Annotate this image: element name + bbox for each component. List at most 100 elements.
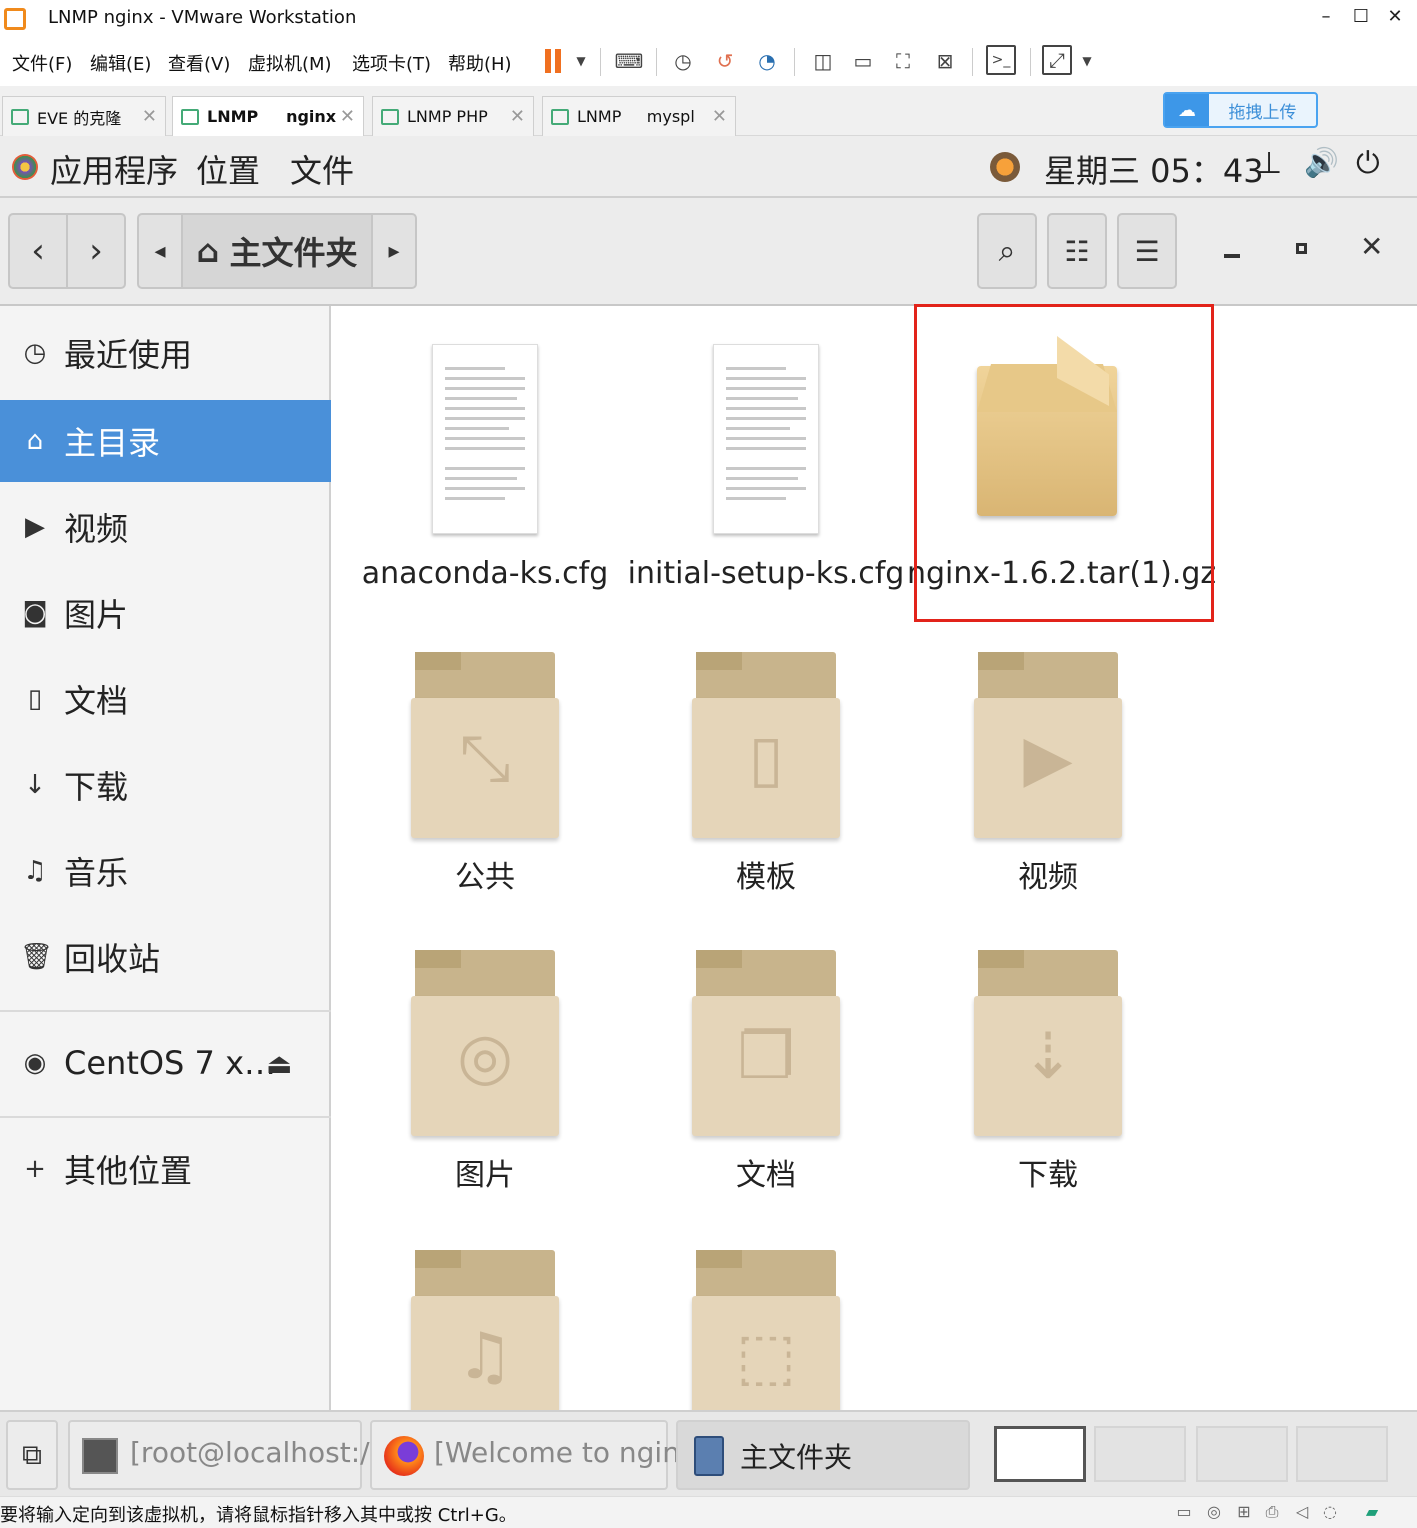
revert-snapshot-icon[interactable]: ↺ (710, 45, 740, 77)
maximize-window-icon[interactable] (1296, 243, 1307, 254)
menu-view[interactable]: 查看(V) (168, 50, 230, 76)
sidebar-item-home[interactable]: ⌂ 主目录 (0, 400, 331, 482)
drag-upload-button[interactable]: ☁ 拖拽上传 (1163, 92, 1318, 128)
menu-help[interactable]: 帮助(H) (448, 50, 512, 76)
power-icon[interactable]: ⏻ (1356, 146, 1380, 181)
notes-icon[interactable]: ▰ (1362, 1502, 1382, 1522)
console-view-icon[interactable]: ▭ (848, 45, 878, 77)
forward-button[interactable]: › (66, 213, 126, 289)
network-adapter-icon[interactable]: ⊞ (1234, 1502, 1254, 1522)
file-item[interactable]: initial-setup-ks.cfg (625, 336, 907, 606)
library-view-icon[interactable]: ◫ (808, 45, 838, 77)
file-manager-headerbar: ‹ › ◂ ⌂ 主文件夹 ▸ ⌕ ☷ ☰ ✕ (0, 198, 1417, 306)
tab-close-icon[interactable]: ✕ (510, 106, 525, 127)
workspace-2[interactable] (1094, 1426, 1186, 1482)
applications-logo-icon (12, 154, 38, 180)
folder-item[interactable]: ◎ 图片 (344, 950, 626, 1200)
applications-menu[interactable]: 应用程序 (50, 146, 178, 192)
clock[interactable]: 星期三 05：43 (1044, 146, 1264, 192)
tab-close-icon[interactable]: ✕ (712, 106, 727, 127)
folder-item[interactable]: ▶ 视频 (907, 652, 1189, 902)
taskbar-item-terminal[interactable]: [root@localhost:/u… (68, 1420, 415, 1490)
menu-vm[interactable]: 虚拟机(M) (248, 50, 332, 76)
printer-icon[interactable]: ⎙ (1262, 1502, 1282, 1522)
sidebar-item-trash[interactable]: 🗑 回收站 (0, 916, 331, 998)
close-button[interactable]: ✕ (1380, 6, 1410, 27)
tab-lnmp-php[interactable]: LNMP PHP ✕ (372, 96, 534, 136)
tab-lnmp-nginx[interactable]: LNMP nginx ✕ (172, 96, 364, 136)
network-icon[interactable]: ⊥ (1256, 146, 1282, 181)
close-window-icon[interactable]: ✕ (1360, 230, 1383, 263)
sidebar-item-music[interactable]: ♫ 音乐 (0, 830, 331, 912)
send-keys-icon[interactable]: ⌨ (614, 45, 644, 77)
vm-icon (381, 108, 399, 125)
sidebar-item-label: 下载 (64, 768, 129, 806)
tab-close-icon[interactable]: ✕ (340, 106, 355, 127)
sidebar-item-label: 图片 (64, 596, 129, 634)
sound-icon[interactable]: ◁ (1292, 1502, 1312, 1522)
menu-button[interactable]: ☰ (1117, 213, 1177, 289)
taskbar-item-firefox[interactable]: [Welcome to nginx!… (370, 1420, 736, 1490)
view-toggle-button[interactable]: ☷ (1047, 213, 1107, 289)
maximize-button[interactable]: ☐ (1346, 6, 1376, 27)
show-desktop-button[interactable]: ⧉ (6, 1420, 58, 1490)
folder-item[interactable]: ⬚ (625, 1250, 907, 1410)
show-desktop-icon: ⧉ (22, 1438, 42, 1471)
eject-icon[interactable]: ⏏ (266, 1047, 292, 1080)
folder-item[interactable]: ❐ 文档 (625, 950, 907, 1200)
stretch-dropdown-icon[interactable]: ▼ (1072, 45, 1102, 77)
hard-disk-icon[interactable]: ▭ (1174, 1502, 1194, 1522)
menu-tabs[interactable]: 选项卡(T) (352, 50, 431, 76)
sidebar-item-recent[interactable]: ◷ 最近使用 (0, 312, 331, 394)
folder-item[interactable]: ⇣ 下载 (907, 950, 1189, 1200)
workspace-4[interactable] (1296, 1426, 1388, 1482)
display-icon[interactable]: ◌ (1320, 1502, 1340, 1522)
sidebar-item-label: CentOS 7 x… (64, 1044, 276, 1082)
volume-icon[interactable]: 🔊 (1304, 146, 1339, 179)
minimize-window-icon[interactable] (1224, 254, 1240, 258)
unity-icon[interactable]: ⊠ (930, 45, 960, 77)
fullscreen-icon[interactable]: ⛶ (888, 45, 918, 77)
minimize-button[interactable]: – (1311, 6, 1341, 27)
file-item[interactable]: anaconda-ks.cfg (344, 336, 626, 606)
path-home-button[interactable]: ⌂ 主文件夹 (181, 213, 373, 289)
menu-file[interactable]: 文件(F) (12, 50, 72, 76)
taskbar-item-files[interactable]: 主文件夹 (676, 1420, 970, 1490)
vm-icon (181, 108, 199, 125)
status-indicator-icon[interactable] (990, 152, 1020, 182)
back-button[interactable]: ‹ (8, 213, 68, 289)
folder-item[interactable]: ⤡ 公共 (344, 652, 626, 902)
path-prev-button[interactable]: ◂ (137, 213, 183, 289)
sidebar-item-downloads[interactable]: ↓ 下载 (0, 744, 331, 826)
sidebar-item-other-locations[interactable]: + 其他位置 (0, 1128, 331, 1210)
tab-label: LNMP myspl (577, 107, 695, 126)
sidebar-item-device[interactable]: ◉ CentOS 7 x… ⏏ (0, 1022, 331, 1104)
places-menu[interactable]: 位置 (196, 146, 260, 192)
snapshot-icon[interactable]: ◷ (668, 45, 698, 77)
tab-close-icon[interactable]: ✕ (142, 106, 157, 127)
folder-item[interactable]: ▯ 模板 (625, 652, 907, 902)
snapshot-manager-icon[interactable]: ◔ (752, 45, 782, 77)
terminal-icon[interactable]: >_ (986, 45, 1016, 75)
workspace-3[interactable] (1196, 1426, 1288, 1482)
workspace-1[interactable] (994, 1426, 1086, 1482)
path-next-button[interactable]: ▸ (371, 213, 417, 289)
tab-eve[interactable]: EVE 的克隆 ✕ (2, 96, 166, 136)
tab-lnmp-myspl[interactable]: LNMP myspl ✕ (542, 96, 736, 136)
sidebar-item-documents[interactable]: ▯ 文档 (0, 658, 331, 740)
stretch-icon[interactable]: ⤢ (1042, 45, 1072, 75)
list-view-icon: ☷ (1064, 234, 1090, 268)
sidebar-item-label: 视频 (64, 510, 129, 548)
folder-item[interactable]: ♫ (344, 1250, 626, 1410)
files-menu[interactable]: 文件 (290, 146, 354, 192)
camera-icon: ◙ (22, 598, 48, 628)
search-button[interactable]: ⌕ (977, 213, 1037, 289)
cd-rom-icon[interactable]: ◎ (1204, 1502, 1224, 1522)
folder-name: 图片 (455, 1158, 515, 1193)
pause-icon[interactable] (538, 45, 568, 77)
trash-icon: 🗑 (20, 942, 54, 972)
sidebar-item-videos[interactable]: ▶ 视频 (0, 486, 331, 568)
pause-dropdown-icon[interactable]: ▼ (566, 45, 596, 77)
sidebar-item-pictures[interactable]: ◙ 图片 (0, 572, 331, 654)
menu-edit[interactable]: 编辑(E) (90, 50, 151, 76)
